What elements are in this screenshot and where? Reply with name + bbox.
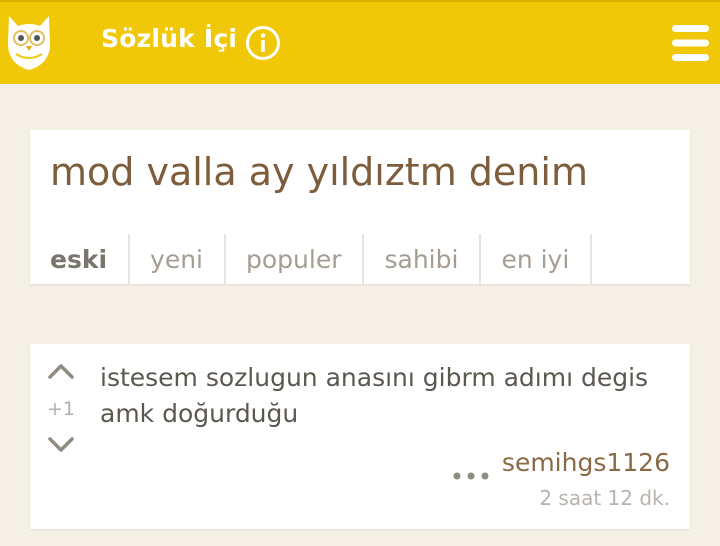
tab-eski[interactable]: eski [30, 234, 131, 284]
downvote-chevron-icon[interactable] [47, 436, 75, 454]
sort-tabs: eski yeni populer sahibi en iyi [30, 234, 593, 284]
tab-populer[interactable]: populer [226, 234, 365, 284]
entry-card: +1 istesem sozlugun anasını gibrm adımı … [30, 344, 690, 529]
upvote-chevron-icon[interactable] [47, 362, 75, 380]
entry-text-line: istesem sozlugun anasını gibrm adımı deg… [100, 363, 649, 392]
tab-yeni[interactable]: yeni [130, 234, 226, 284]
entry-timestamp[interactable]: 2 saat 12 dk. [539, 486, 670, 510]
owl-logo-icon[interactable] [6, 14, 52, 72]
tab-en-iyi[interactable]: en iyi [481, 234, 593, 284]
author-link[interactable]: semihgs1126 [502, 448, 670, 477]
entry-content: istesem sozlugun anasını gibrm adımı deg… [100, 360, 660, 432]
info-icon[interactable] [245, 25, 281, 61]
topic-card: mod valla ay yıldıztm denim eski yeni po… [30, 130, 690, 284]
more-options-icon[interactable] [451, 470, 491, 482]
entry-text-line: amk doğurduğu [100, 399, 299, 428]
vote-count: +1 [46, 398, 75, 420]
hamburger-menu-icon[interactable] [672, 24, 709, 62]
app-header: Sözlük İçi [0, 0, 720, 84]
tab-sahibi[interactable]: sahibi [364, 234, 482, 284]
site-title[interactable]: Sözlük İçi [101, 24, 237, 53]
topic-title[interactable]: mod valla ay yıldıztm denim [50, 150, 588, 194]
